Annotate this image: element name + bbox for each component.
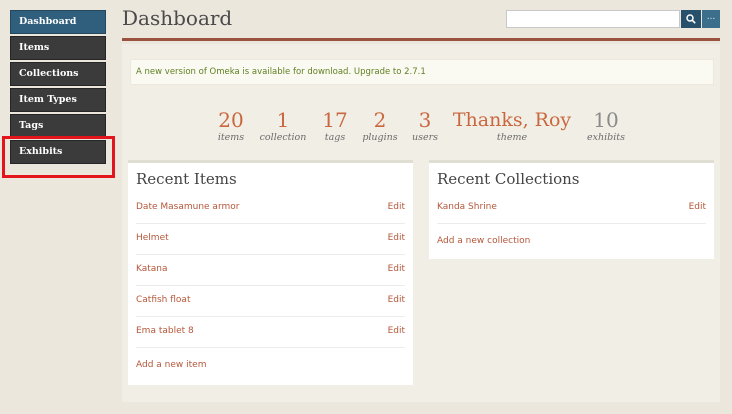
edit-link[interactable]: Edit	[388, 254, 405, 284]
recent-collections-card: Recent Collections Kanda Shrine Edit Add…	[429, 160, 714, 259]
sidebar-item-dashboard[interactable]: Dashboard	[10, 10, 106, 34]
item-link[interactable]: Ema tablet 8	[136, 316, 194, 346]
item-link[interactable]: Date Masamune armor	[136, 192, 239, 222]
update-notice-text: A new version of Omeka is available for …	[136, 67, 352, 77]
page-title: Dashboard	[122, 6, 233, 30]
item-link[interactable]: Catfish float	[136, 285, 190, 315]
add-item-link[interactable]: Add a new item	[136, 360, 206, 370]
advanced-search-button[interactable]: ...	[702, 10, 720, 28]
stat-theme[interactable]: Thanks, Roy theme	[447, 108, 577, 144]
sidebar-item-collections[interactable]: Collections	[10, 62, 106, 86]
edit-link[interactable]: Edit	[388, 285, 405, 315]
sidebar-item-item-types[interactable]: Item Types	[10, 88, 106, 112]
update-notice: A new version of Omeka is available for …	[130, 59, 714, 85]
stat-label: theme	[496, 132, 528, 143]
stat-exhibits[interactable]: 10 exhibits	[566, 108, 646, 144]
list-item: Date Masamune armor Edit	[136, 193, 405, 224]
header-divider	[122, 38, 720, 41]
list-item: Catfish float Edit	[136, 286, 405, 317]
stat-value: Thanks, Roy	[452, 109, 572, 131]
card-title: Recent Items	[136, 170, 237, 188]
upgrade-link[interactable]: Upgrade to 2.7.1	[354, 67, 426, 77]
edit-link[interactable]: Edit	[689, 192, 706, 222]
list-item: Helmet Edit	[136, 224, 405, 255]
recent-items-card: Recent Items Date Masamune armor Edit He…	[128, 160, 413, 385]
edit-link[interactable]: Edit	[388, 316, 405, 346]
stat-value: 10	[593, 108, 619, 132]
list-item: Kanda Shrine Edit	[437, 193, 706, 224]
highlight-box	[2, 136, 115, 178]
list-item: Katana Edit	[136, 255, 405, 286]
item-link[interactable]: Katana	[136, 254, 168, 284]
item-link[interactable]: Helmet	[136, 223, 169, 253]
add-collection-link[interactable]: Add a new collection	[437, 236, 530, 246]
edit-link[interactable]: Edit	[388, 223, 405, 253]
search-icon	[686, 14, 696, 24]
card-title: Recent Collections	[437, 170, 580, 188]
collection-link[interactable]: Kanda Shrine	[437, 192, 497, 222]
edit-link[interactable]: Edit	[388, 192, 405, 222]
sidebar-item-tags[interactable]: Tags	[10, 114, 106, 138]
search-button[interactable]	[681, 10, 701, 28]
search-input[interactable]	[506, 10, 680, 28]
list-item: Ema tablet 8 Edit	[136, 317, 405, 348]
stat-label: exhibits	[587, 132, 625, 143]
sidebar-item-items[interactable]: Items	[10, 36, 106, 60]
